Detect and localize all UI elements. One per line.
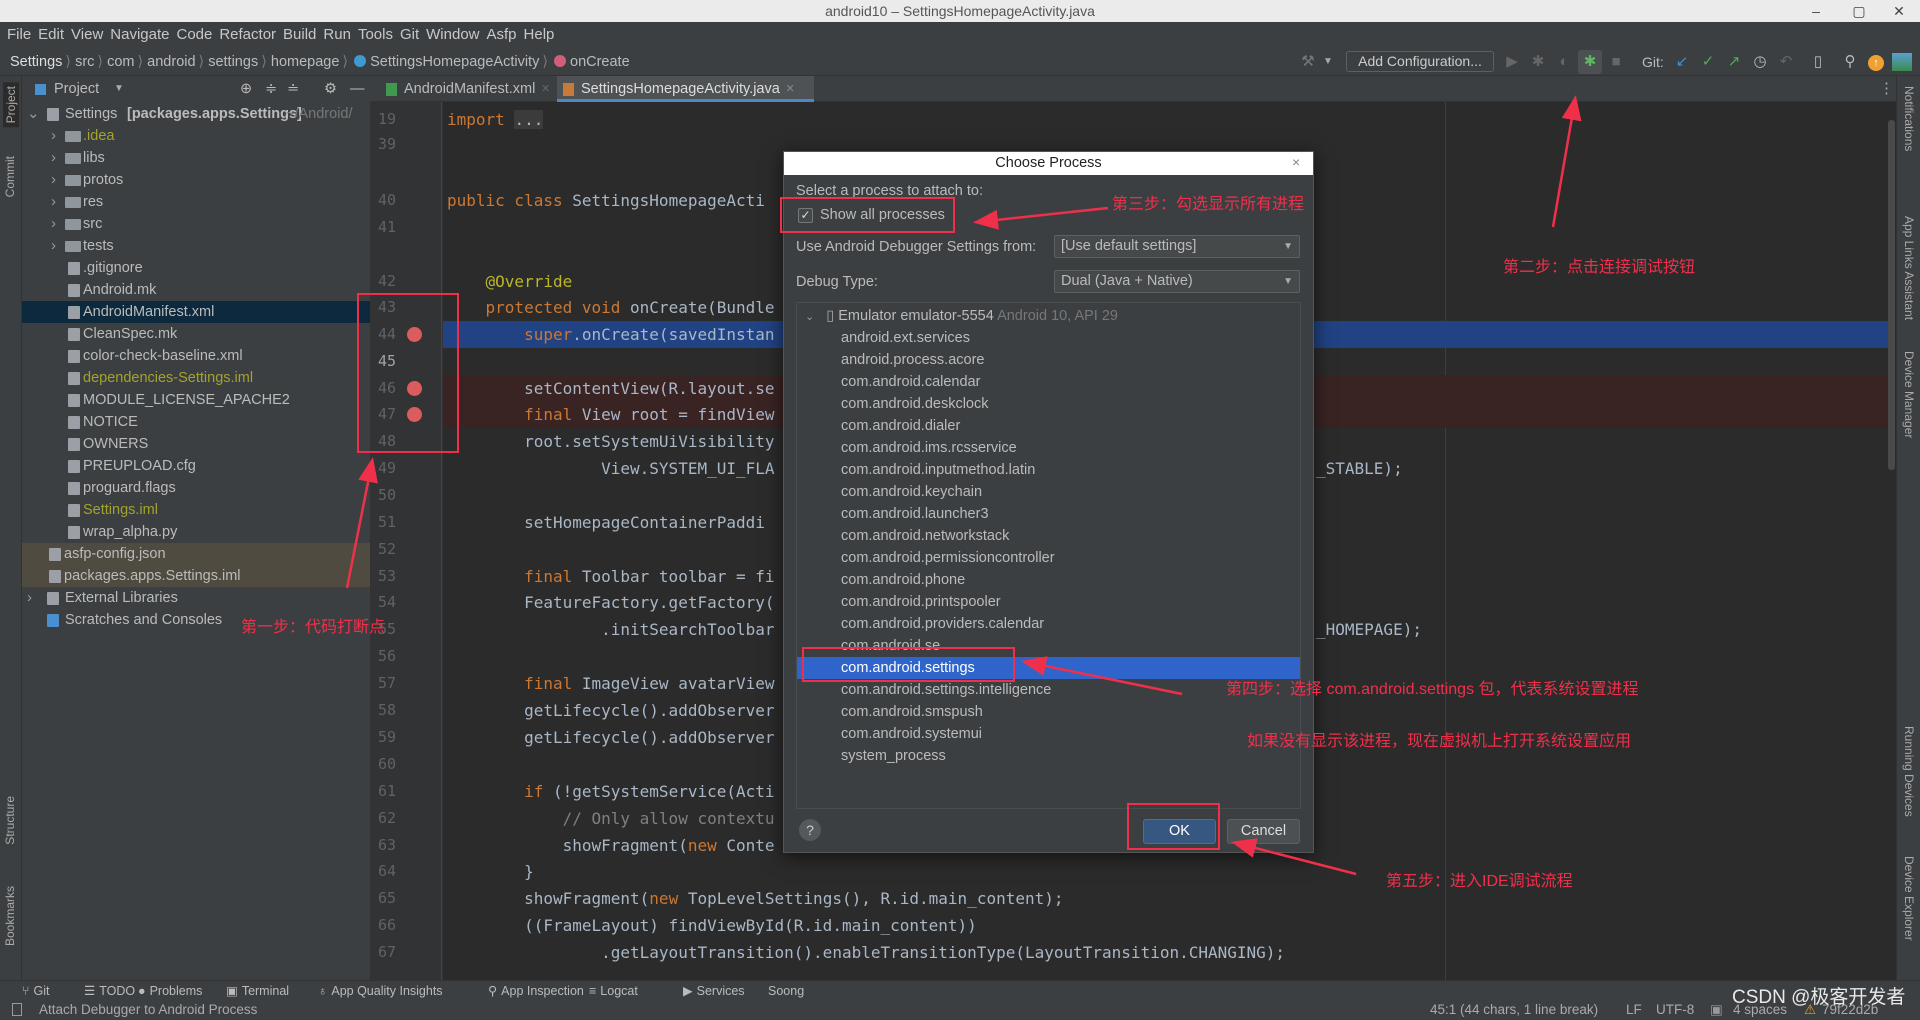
- annotation-step5: 第五步：进入IDE调试流程: [1386, 873, 1573, 890]
- arrow-step2: [1551, 95, 1582, 228]
- annotation-arrows: [345, 95, 1582, 876]
- tool-label: Soong: [768, 984, 805, 998]
- bottom-tool-bar: ⑂ Git ☰ TODO ● Problems ▣ Terminal ♁ App Quality …: [0, 980, 1920, 1000]
- tool-icon: ●: [138, 984, 146, 998]
- tool-icon: ⑂: [22, 984, 30, 998]
- readonly-lock-icon[interactable]: ▣: [1710, 1000, 1723, 1020]
- arrow-step5: [1231, 838, 1357, 876]
- tool-terminal[interactable]: ▣ Terminal: [226, 981, 289, 1001]
- tool-soong[interactable]: Soong: [768, 981, 804, 1001]
- tool-label: App Inspection: [501, 984, 584, 998]
- tool-label: Terminal: [241, 984, 290, 998]
- tool-icon: ≡: [589, 984, 597, 998]
- tool-problems[interactable]: ● Problems: [138, 981, 202, 1001]
- tool-label: Services: [696, 984, 745, 998]
- annotation-step3: 第三步：勾选显示所有进程: [1112, 196, 1305, 213]
- tool-logcat[interactable]: ≡ Logcat: [589, 981, 638, 1001]
- line-separator[interactable]: LF: [1626, 1000, 1642, 1020]
- tool-app-quality-insights[interactable]: ♁ App Quality Insights: [318, 981, 443, 1001]
- tool-label: TODO: [99, 984, 136, 998]
- annotation-step1: 第一步：代码打断点: [241, 619, 386, 636]
- file-encoding[interactable]: UTF-8: [1656, 1000, 1694, 1020]
- tool-label: Git: [33, 984, 50, 998]
- tool-git[interactable]: ⑂ Git: [22, 981, 50, 1001]
- annotation-step4-note: 如果没有显示该进程，现在虚拟机上打开系统设置应用: [1247, 733, 1632, 750]
- tool-services[interactable]: ▶ Services: [683, 981, 745, 1001]
- arrow-step3: [973, 206, 1109, 230]
- arrow-step1: [345, 457, 378, 589]
- tool-label: App Quality Insights: [331, 984, 443, 998]
- tool-app-inspection[interactable]: ⚲ App Inspection: [488, 981, 584, 1001]
- annotation-step4: 第四步：选择 com.android.settings 包，代表系统设置进程: [1226, 681, 1639, 698]
- tool-icon: ♁: [318, 984, 328, 998]
- tool-todo[interactable]: ☰ TODO: [84, 981, 135, 1001]
- tool-icon: ▣: [226, 984, 238, 998]
- watermark: CSDN @极客开发者: [1732, 987, 1906, 1008]
- status-toggle-icon[interactable]: [12, 1003, 22, 1016]
- status-message: Attach Debugger to Android Process: [39, 1002, 258, 1017]
- tool-label: Problems: [149, 984, 203, 998]
- tool-label: Logcat: [600, 984, 638, 998]
- tool-icon: ⚲: [488, 984, 498, 998]
- tool-icon: ▶: [683, 984, 693, 998]
- status-bar: Attach Debugger to Android Process 45:1 …: [0, 988, 1920, 1020]
- annotation-step2: 第二步：点击连接调试按钮: [1503, 259, 1696, 276]
- arrow-step4: [1021, 656, 1183, 696]
- caret-position[interactable]: 45:1 (44 chars, 1 line break): [1430, 1000, 1598, 1020]
- tool-icon: ☰: [84, 984, 96, 998]
